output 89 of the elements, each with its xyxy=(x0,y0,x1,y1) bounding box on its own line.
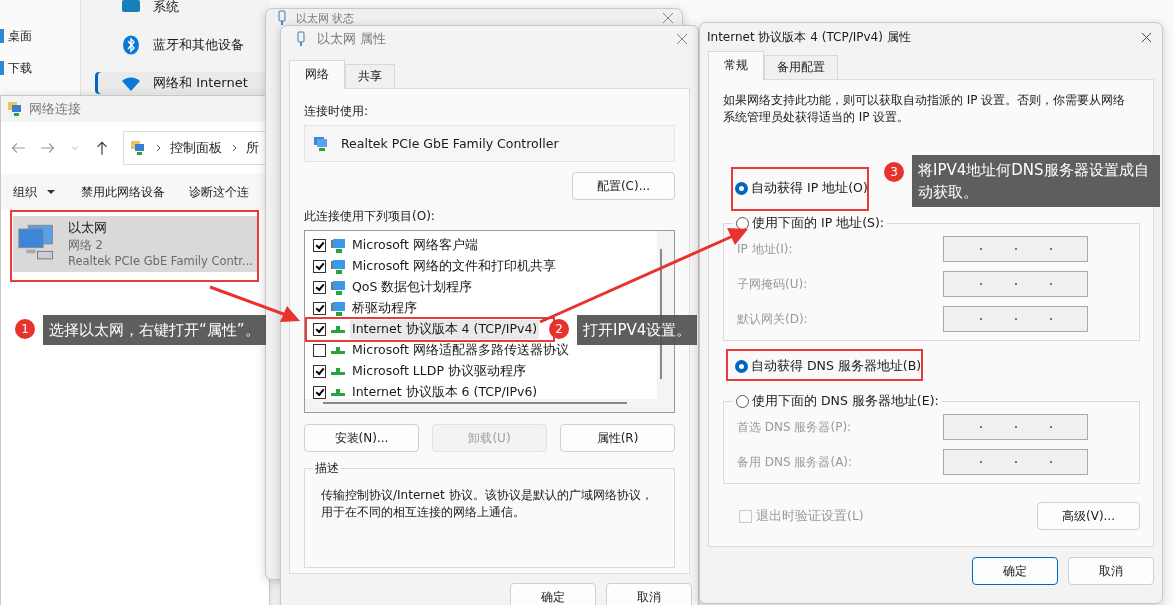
field-label: 默认网关(D): xyxy=(737,310,808,328)
checkbox[interactable] xyxy=(313,260,326,273)
field-label: 首选 DNS 服务器(P): xyxy=(737,418,852,436)
dialog-button[interactable]: 取消 xyxy=(606,583,692,605)
radio-label[interactable]: 自动获得 DNS 服务器地址(B) xyxy=(751,358,922,375)
settings-item[interactable]: 网络和 Internet xyxy=(95,72,265,94)
radio-button[interactable] xyxy=(736,395,749,408)
checkbox[interactable] xyxy=(313,386,326,399)
radio-button[interactable] xyxy=(735,360,748,373)
radio-label[interactable]: 自动获得 IP 地址(O) xyxy=(751,180,868,197)
checkbox[interactable] xyxy=(313,281,326,294)
field-label: 备用 DNS 服务器(A): xyxy=(737,453,853,471)
computer-icon xyxy=(330,258,346,275)
callout: 将IPV4地址何DNS服务器设置成自动获取。 xyxy=(912,155,1160,207)
ip-address-field[interactable] xyxy=(943,271,1088,297)
adapter-device: Realtek PCIe GbE Family Contr... xyxy=(67,254,253,268)
adapter-field: Realtek PCIe GbE Family Controller xyxy=(304,125,675,162)
radio-label[interactable]: 使用下面的 DNS 服务器地址(E): xyxy=(752,393,939,410)
adapter-name: 以太网 xyxy=(67,220,108,237)
ip-address-field[interactable] xyxy=(943,306,1088,332)
checkbox[interactable] xyxy=(313,302,326,315)
breadcrumb-item[interactable]: 所 xyxy=(246,139,259,157)
protocol-icon xyxy=(331,368,345,375)
protocol-icon xyxy=(331,347,345,354)
protocol-icon xyxy=(331,389,345,396)
field-label: 子网掩码(U): xyxy=(737,275,808,293)
advanced-button[interactable]: 高级(V)... xyxy=(1037,502,1140,530)
nav-item[interactable]: 桌面 xyxy=(8,27,32,45)
breadcrumb-item[interactable]: 控制面板 xyxy=(170,139,222,157)
settings-item[interactable]: 系统 xyxy=(95,0,265,18)
network-icon xyxy=(7,101,23,117)
dialog-button[interactable]: 确定 xyxy=(510,583,596,605)
scrollbar[interactable] xyxy=(323,402,627,404)
list-item[interactable]: Internet 协议版本 6 (TCP/IPv6) xyxy=(350,383,540,399)
chevron-right-icon xyxy=(154,144,162,152)
computer-icon xyxy=(330,300,346,317)
computer-icon xyxy=(330,279,346,296)
list-item[interactable]: Internet 协议版本 4 (TCP/IPv4) xyxy=(350,320,540,339)
ip-address-field[interactable] xyxy=(943,414,1088,440)
toolbar-button[interactable]: 诊断这个连 xyxy=(189,183,249,201)
tab[interactable]: 备用配置 xyxy=(764,55,838,79)
configure-button[interactable]: 配置(C)... xyxy=(572,172,675,200)
network-adapter-icon xyxy=(313,135,329,152)
network-icon xyxy=(130,140,146,156)
checkbox[interactable] xyxy=(313,323,326,336)
radio-label[interactable]: 使用下面的 IP 地址(S): xyxy=(752,215,885,232)
caret-icon xyxy=(47,188,55,196)
tab[interactable]: 网络 xyxy=(289,60,345,89)
window-title: Internet 协议版本 4 (TCP/IPv4) 属性 xyxy=(707,28,911,46)
list-item[interactable]: Microsoft 网络的文件和打印机共享 xyxy=(350,257,558,276)
section-label: 连接时使用: xyxy=(304,103,370,120)
window-title: 网络连接 xyxy=(29,100,81,118)
description-text: 传输控制协议/Internet 协议。该协议是默认的广域网络协议，用于在不同的相互连接的网络上通信。 xyxy=(321,487,654,521)
action-button[interactable]: 安装(N)... xyxy=(304,424,419,452)
action-button[interactable]: 属性(R) xyxy=(560,424,675,452)
field-label: IP 地址(I): xyxy=(737,240,793,258)
adapter-item[interactable]: 以太网 网络 2 Realtek PCIe GbE Family Contr... xyxy=(13,216,257,272)
list-item[interactable]: Microsoft 网络客户端 xyxy=(350,236,480,255)
ip-address-field[interactable] xyxy=(943,236,1088,262)
tab[interactable]: 常规 xyxy=(708,51,764,80)
close-icon[interactable] xyxy=(1141,31,1152,43)
intro-text: 如果网络支持此功能，则可以获取自动指派的 IP 设置。否则，你需要从网络系统管理员处获得适当的 IP 设置。 xyxy=(722,92,1127,126)
dialog-button[interactable]: 确定 xyxy=(972,557,1058,585)
settings-item[interactable]: 蓝牙和其他设备 xyxy=(95,34,265,56)
toolbar-button[interactable]: 禁用此网络设备 xyxy=(81,183,165,201)
section-label: 此连接使用下列项目(O): xyxy=(304,208,436,225)
tab[interactable]: 共享 xyxy=(345,64,395,88)
ip-address-field[interactable] xyxy=(943,449,1088,475)
list-item[interactable]: QoS 数据包计划程序 xyxy=(350,278,475,297)
checkbox[interactable] xyxy=(313,344,326,357)
radio-button[interactable] xyxy=(735,182,748,195)
checkbox[interactable] xyxy=(313,365,326,378)
group-title: 描述 xyxy=(313,460,341,477)
adapter-network: 网络 2 xyxy=(67,238,104,253)
list-item[interactable]: Microsoft 网络适配器多路传送器协议 xyxy=(350,341,571,360)
window-title: 以太网 属性 xyxy=(317,30,387,48)
window-title: 以太网 状态 xyxy=(296,10,355,26)
toolbar-button[interactable]: 组织 xyxy=(13,183,37,201)
callout: 打开IPV4设置。 xyxy=(577,315,698,345)
chevron-right-icon xyxy=(230,144,238,152)
computer-icon xyxy=(330,237,346,254)
callout: 选择以太网，右键打开“属性”。 xyxy=(43,315,266,345)
list-item[interactable]: 桥驱动程序 xyxy=(350,299,419,318)
protocol-icon xyxy=(331,326,345,333)
bluetooth-icon xyxy=(121,35,141,55)
checkbox[interactable] xyxy=(313,239,326,252)
nav-item[interactable]: 下载 xyxy=(8,59,32,77)
list-item[interactable]: Microsoft LLDP 协议驱动程序 xyxy=(350,362,528,381)
dialog-button[interactable]: 取消 xyxy=(1068,557,1154,585)
